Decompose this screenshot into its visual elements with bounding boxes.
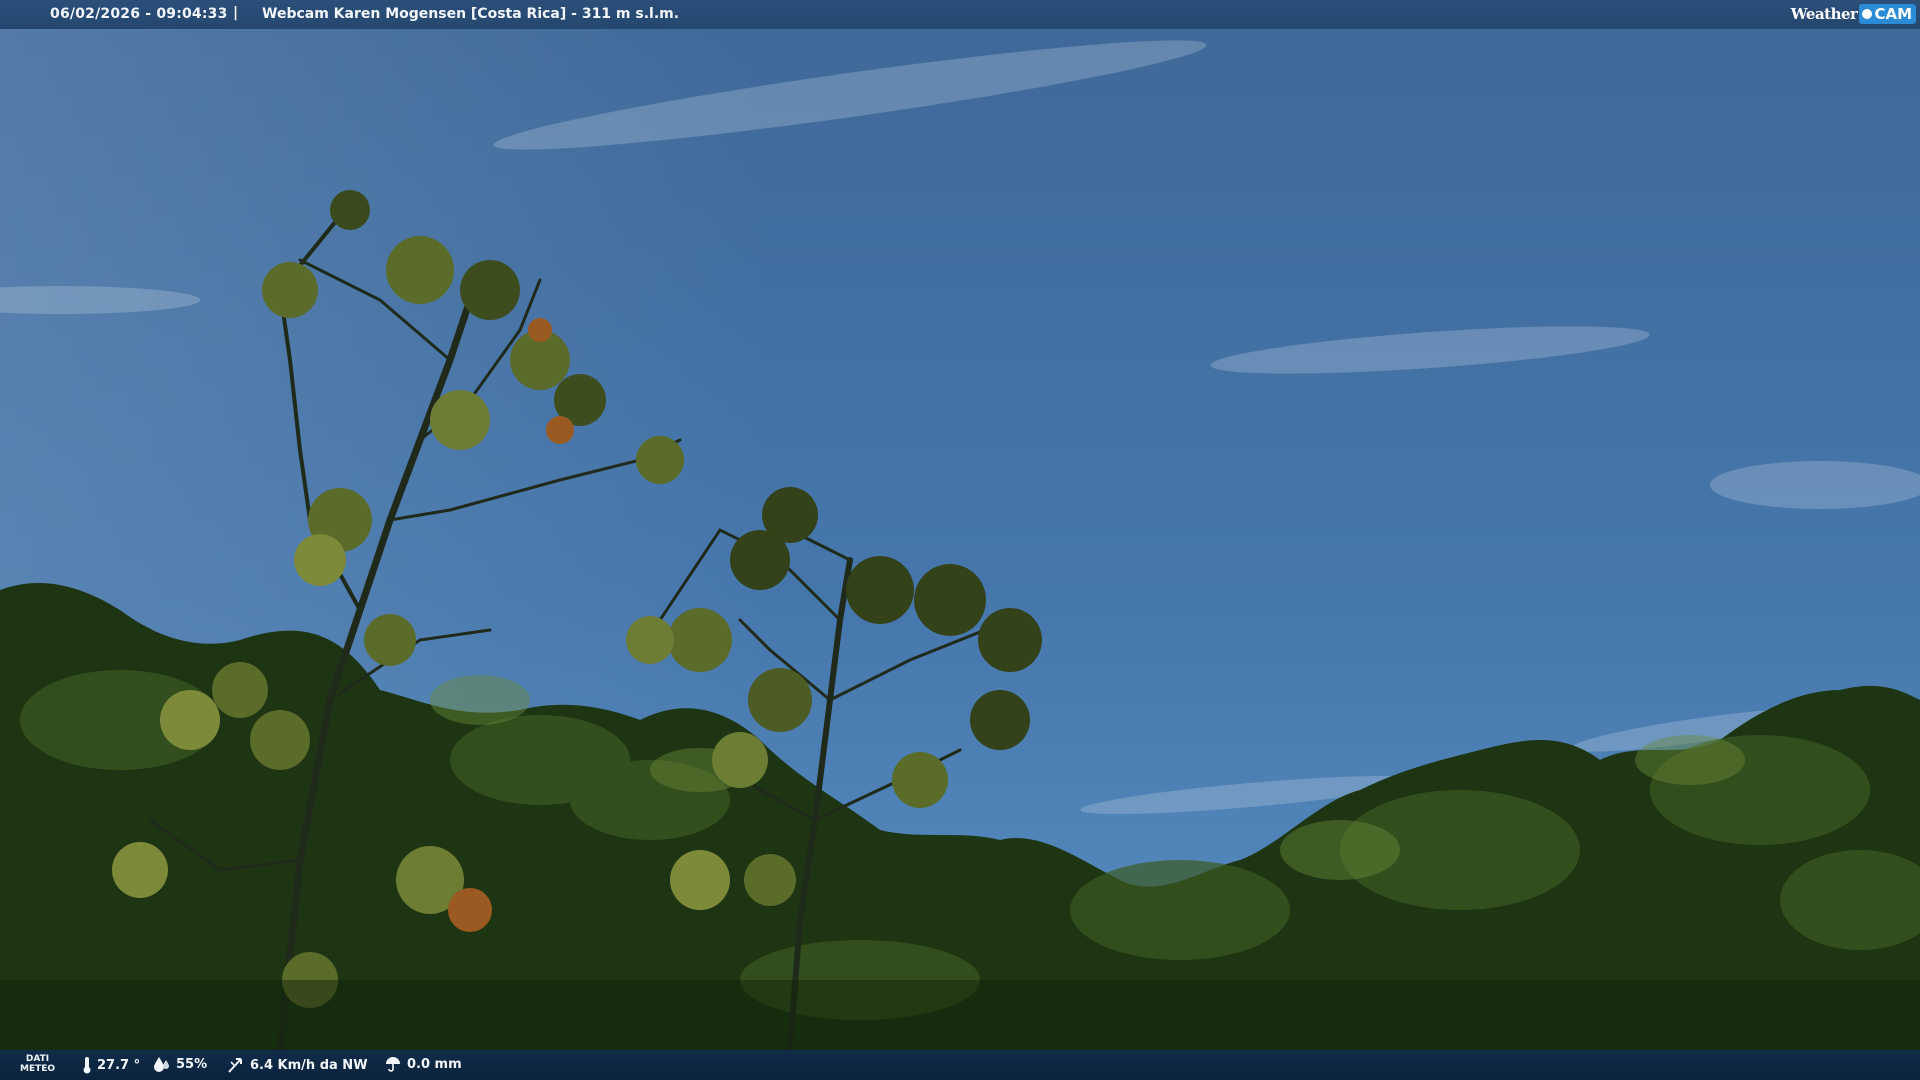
weather-data-bar: DATI METEO 27.7 ° 55% 6.4 Km/h da NW 0.0… xyxy=(0,1050,1920,1080)
webcam-image xyxy=(0,0,1920,1080)
logo-badge-text: CAM xyxy=(1874,5,1912,23)
weathercam-logo: Weather CAM xyxy=(1791,3,1916,25)
top-info-bar: 06/02/2026 - 09:04:33 | Webcam Karen Mog… xyxy=(0,0,1920,29)
rain-value: 0.0 mm xyxy=(407,1056,462,1072)
humidity-value: 55% xyxy=(176,1056,208,1072)
logo-badge: CAM xyxy=(1859,4,1916,24)
logo-word: Weather xyxy=(1790,5,1858,23)
wind-reading: 6.4 Km/h da NW xyxy=(227,1056,368,1074)
camera-lens-icon xyxy=(1862,9,1873,19)
weather-label-line1: DATI xyxy=(25,1054,50,1064)
humidity-drop-icon xyxy=(154,1057,169,1072)
webcam-title: Webcam Karen Mogensen [Costa Rica] - 311… xyxy=(262,6,680,22)
weather-label-line2: METEO xyxy=(20,1064,56,1074)
thermometer-icon xyxy=(83,1057,91,1074)
temperature-value: 27.7 ° xyxy=(97,1057,141,1073)
wind-icon xyxy=(228,1058,242,1073)
rain-icon xyxy=(386,1057,400,1072)
title-separator: | xyxy=(233,5,239,21)
wind-value: 6.4 Km/h da NW xyxy=(250,1057,368,1073)
humidity-reading: 55% xyxy=(153,1056,207,1072)
temperature-reading: 27.7 ° xyxy=(82,1056,140,1074)
rain-reading: 0.0 mm xyxy=(384,1056,462,1072)
datetime-stamp: 06/02/2026 - 09:04:33 xyxy=(50,6,228,22)
weather-data-label: DATI METEO xyxy=(20,1054,55,1074)
